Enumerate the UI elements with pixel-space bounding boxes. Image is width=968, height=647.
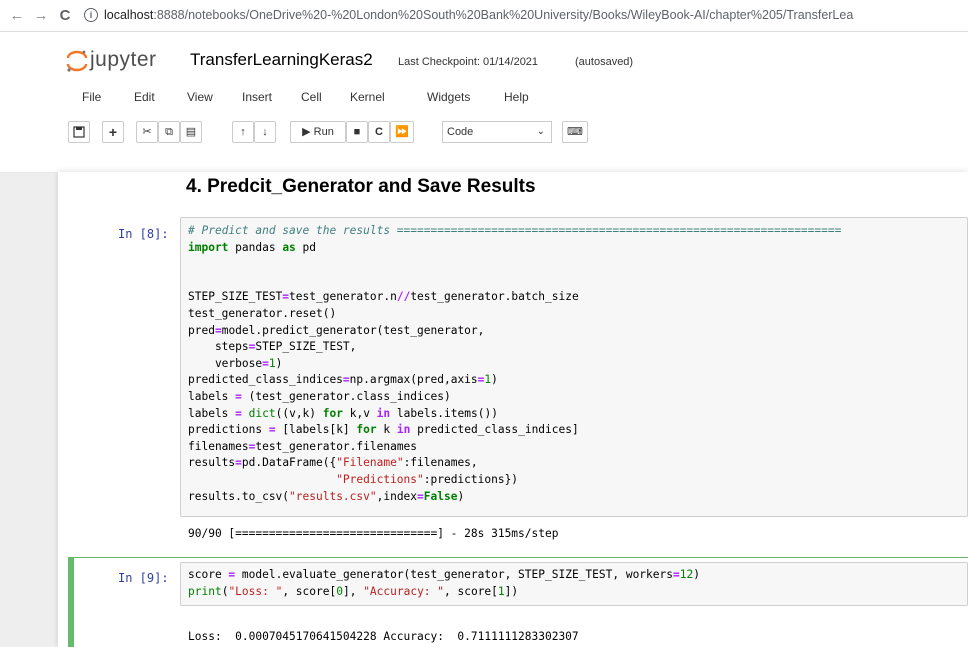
paste-icon[interactable]: ▤ — [180, 121, 202, 143]
menu-view[interactable]: View — [187, 90, 213, 104]
menu-kernel[interactable]: Kernel — [350, 90, 385, 104]
move-down-icon[interactable]: ↓ — [254, 121, 276, 143]
stop-icon[interactable]: ■ — [346, 121, 368, 143]
last-checkpoint: Last Checkpoint: 01/14/2021 — [398, 56, 539, 68]
forward-arrow-icon[interactable]: → — [32, 7, 50, 25]
browser-toolbar: ← → C i localhost:8888/notebooks/OneDriv… — [0, 0, 968, 32]
menu-edit[interactable]: Edit — [134, 90, 155, 104]
notebook-title[interactable]: TransferLearningKeras2 — [190, 50, 373, 70]
run-label: Run — [313, 126, 334, 138]
reload-icon[interactable]: C — [56, 7, 74, 25]
menu-insert[interactable]: Insert — [242, 90, 272, 104]
cell9-prompt: In [9]: — [118, 571, 169, 585]
copy-icon[interactable]: ⧉ — [158, 121, 180, 143]
save-icon[interactable] — [68, 121, 90, 143]
url-path: :8888/notebooks/OneDrive%20-%20London%20… — [153, 8, 854, 22]
keyboard-icon[interactable]: ⌨ — [562, 121, 588, 143]
cut-icon[interactable]: ✂ — [136, 121, 158, 143]
jupyter-logo-text[interactable]: jupyter — [90, 48, 157, 72]
back-arrow-icon[interactable]: ← — [8, 7, 26, 25]
fast-forward-icon[interactable]: ⏩ — [390, 121, 414, 143]
cell-type-value: Code — [447, 126, 474, 138]
play-icon: ▶ — [302, 126, 311, 138]
menu-file[interactable]: File — [82, 90, 101, 104]
menu-cell[interactable]: Cell — [301, 90, 322, 104]
cell9-code[interactable]: score = model.evaluate_generator(test_ge… — [188, 567, 700, 600]
add-cell-icon[interactable]: + — [102, 121, 124, 143]
selected-cell-indicator — [68, 557, 74, 647]
info-icon[interactable]: i — [84, 8, 98, 22]
menu-widgets[interactable]: Widgets — [427, 90, 470, 104]
autosave-status: (autosaved) — [575, 56, 634, 68]
jupyter-logo-icon[interactable] — [66, 49, 88, 73]
menu-help[interactable]: Help — [504, 90, 529, 104]
move-up-icon[interactable]: ↑ — [232, 121, 254, 143]
cell8-output: 90/90 [==============================] -… — [188, 527, 559, 540]
cell-type-select[interactable]: Code ⌄ — [442, 121, 552, 143]
restart-icon[interactable]: C — [368, 121, 390, 143]
cell9-output: Loss: 0.0007045170641504228 Accuracy: 0.… — [188, 630, 579, 643]
chevron-down-icon: ⌄ — [536, 126, 545, 137]
address-bar[interactable]: localhost:8888/notebooks/OneDrive%20-%20… — [104, 8, 968, 22]
markdown-heading: 4. Predcit_Generator and Save Results — [186, 176, 536, 197]
url-host: localhost — [104, 8, 154, 22]
cell8-prompt: In [8]: — [118, 227, 169, 241]
run-button[interactable]: ▶ Run — [290, 121, 346, 143]
cell8-code[interactable]: # Predict and save the results =========… — [188, 223, 841, 505]
